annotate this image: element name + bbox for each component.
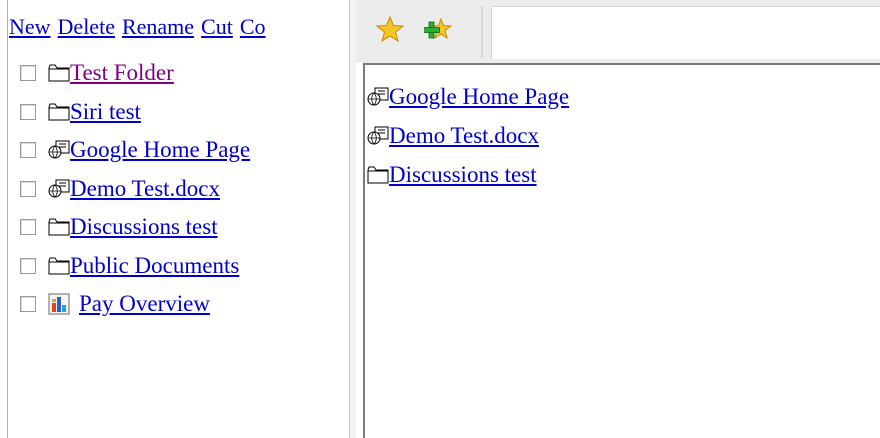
file-tree: Test Folder Siri test Google Home Page D… (20, 54, 250, 324)
add-to-favorites-icon[interactable] (424, 16, 454, 42)
web-link-icon (367, 126, 389, 144)
folder-icon (48, 218, 70, 236)
cut-link[interactable]: Cut (201, 14, 233, 39)
web-link-icon (48, 179, 70, 198)
tree-item-label[interactable]: Google Home Page (70, 137, 250, 163)
list-item-label[interactable]: Discussions test (389, 162, 537, 188)
folder-icon (48, 103, 70, 121)
preview-content: Google Home Page Demo Test.docx Discussi… (363, 63, 880, 438)
list-item: Google Home Page (367, 77, 569, 116)
list-item-label[interactable]: Demo Test.docx (389, 123, 539, 149)
tree-row: Siri test (20, 93, 250, 132)
action-toolbar: New Delete Rename Cut Co (9, 12, 349, 42)
toolbar-divider (481, 6, 483, 58)
list-item-label[interactable]: Google Home Page (389, 84, 569, 110)
select-checkbox[interactable] (20, 142, 36, 159)
delete-link[interactable]: Delete (58, 14, 115, 39)
tree-item-label[interactable]: Discussions test (70, 214, 218, 240)
preview-list: Google Home Page Demo Test.docx Discussi… (367, 77, 569, 194)
chart-icon (48, 293, 70, 315)
select-checkbox[interactable] (20, 296, 36, 313)
favorites-toolbar (356, 0, 880, 63)
tree-item-label[interactable]: Siri test (70, 99, 141, 125)
favorites-star-icon[interactable] (376, 16, 404, 42)
new-link[interactable]: New (9, 14, 51, 39)
folder-icon (367, 166, 389, 183)
right-preview-pane: Google Home Page Demo Test.docx Discussi… (356, 0, 880, 438)
address-field[interactable] (491, 6, 880, 59)
copy-link[interactable]: Co (240, 14, 266, 39)
left-file-pane: New Delete Rename Cut Co Test Folder Siri te… (0, 0, 356, 438)
select-checkbox[interactable] (20, 180, 36, 197)
tree-item-label[interactable]: Pay Overview (79, 291, 210, 317)
select-checkbox[interactable] (20, 219, 36, 236)
select-checkbox[interactable] (20, 103, 36, 120)
tree-row: Public Documents (20, 247, 250, 286)
left-pane-border (0, 0, 8, 438)
tree-row: Discussions test (20, 208, 250, 247)
folder-icon (48, 257, 70, 275)
pane-splitter[interactable] (349, 0, 356, 438)
tree-item-label[interactable]: Test Folder (70, 60, 174, 86)
rename-link[interactable]: Rename (122, 14, 194, 39)
tree-row: Test Folder (20, 54, 250, 93)
folder-icon (48, 64, 70, 82)
tree-item-label[interactable]: Public Documents (70, 253, 239, 279)
list-item: Demo Test.docx (367, 116, 569, 155)
web-link-icon (367, 87, 389, 105)
tree-row: Demo Test.docx (20, 170, 250, 209)
tree-row: Pay Overview (20, 285, 250, 324)
select-checkbox[interactable] (20, 65, 36, 82)
tree-item-label[interactable]: Demo Test.docx (70, 176, 220, 202)
web-link-icon (48, 140, 70, 159)
list-item: Discussions test (367, 155, 569, 194)
tree-row: Google Home Page (20, 131, 250, 170)
select-checkbox[interactable] (20, 257, 36, 274)
